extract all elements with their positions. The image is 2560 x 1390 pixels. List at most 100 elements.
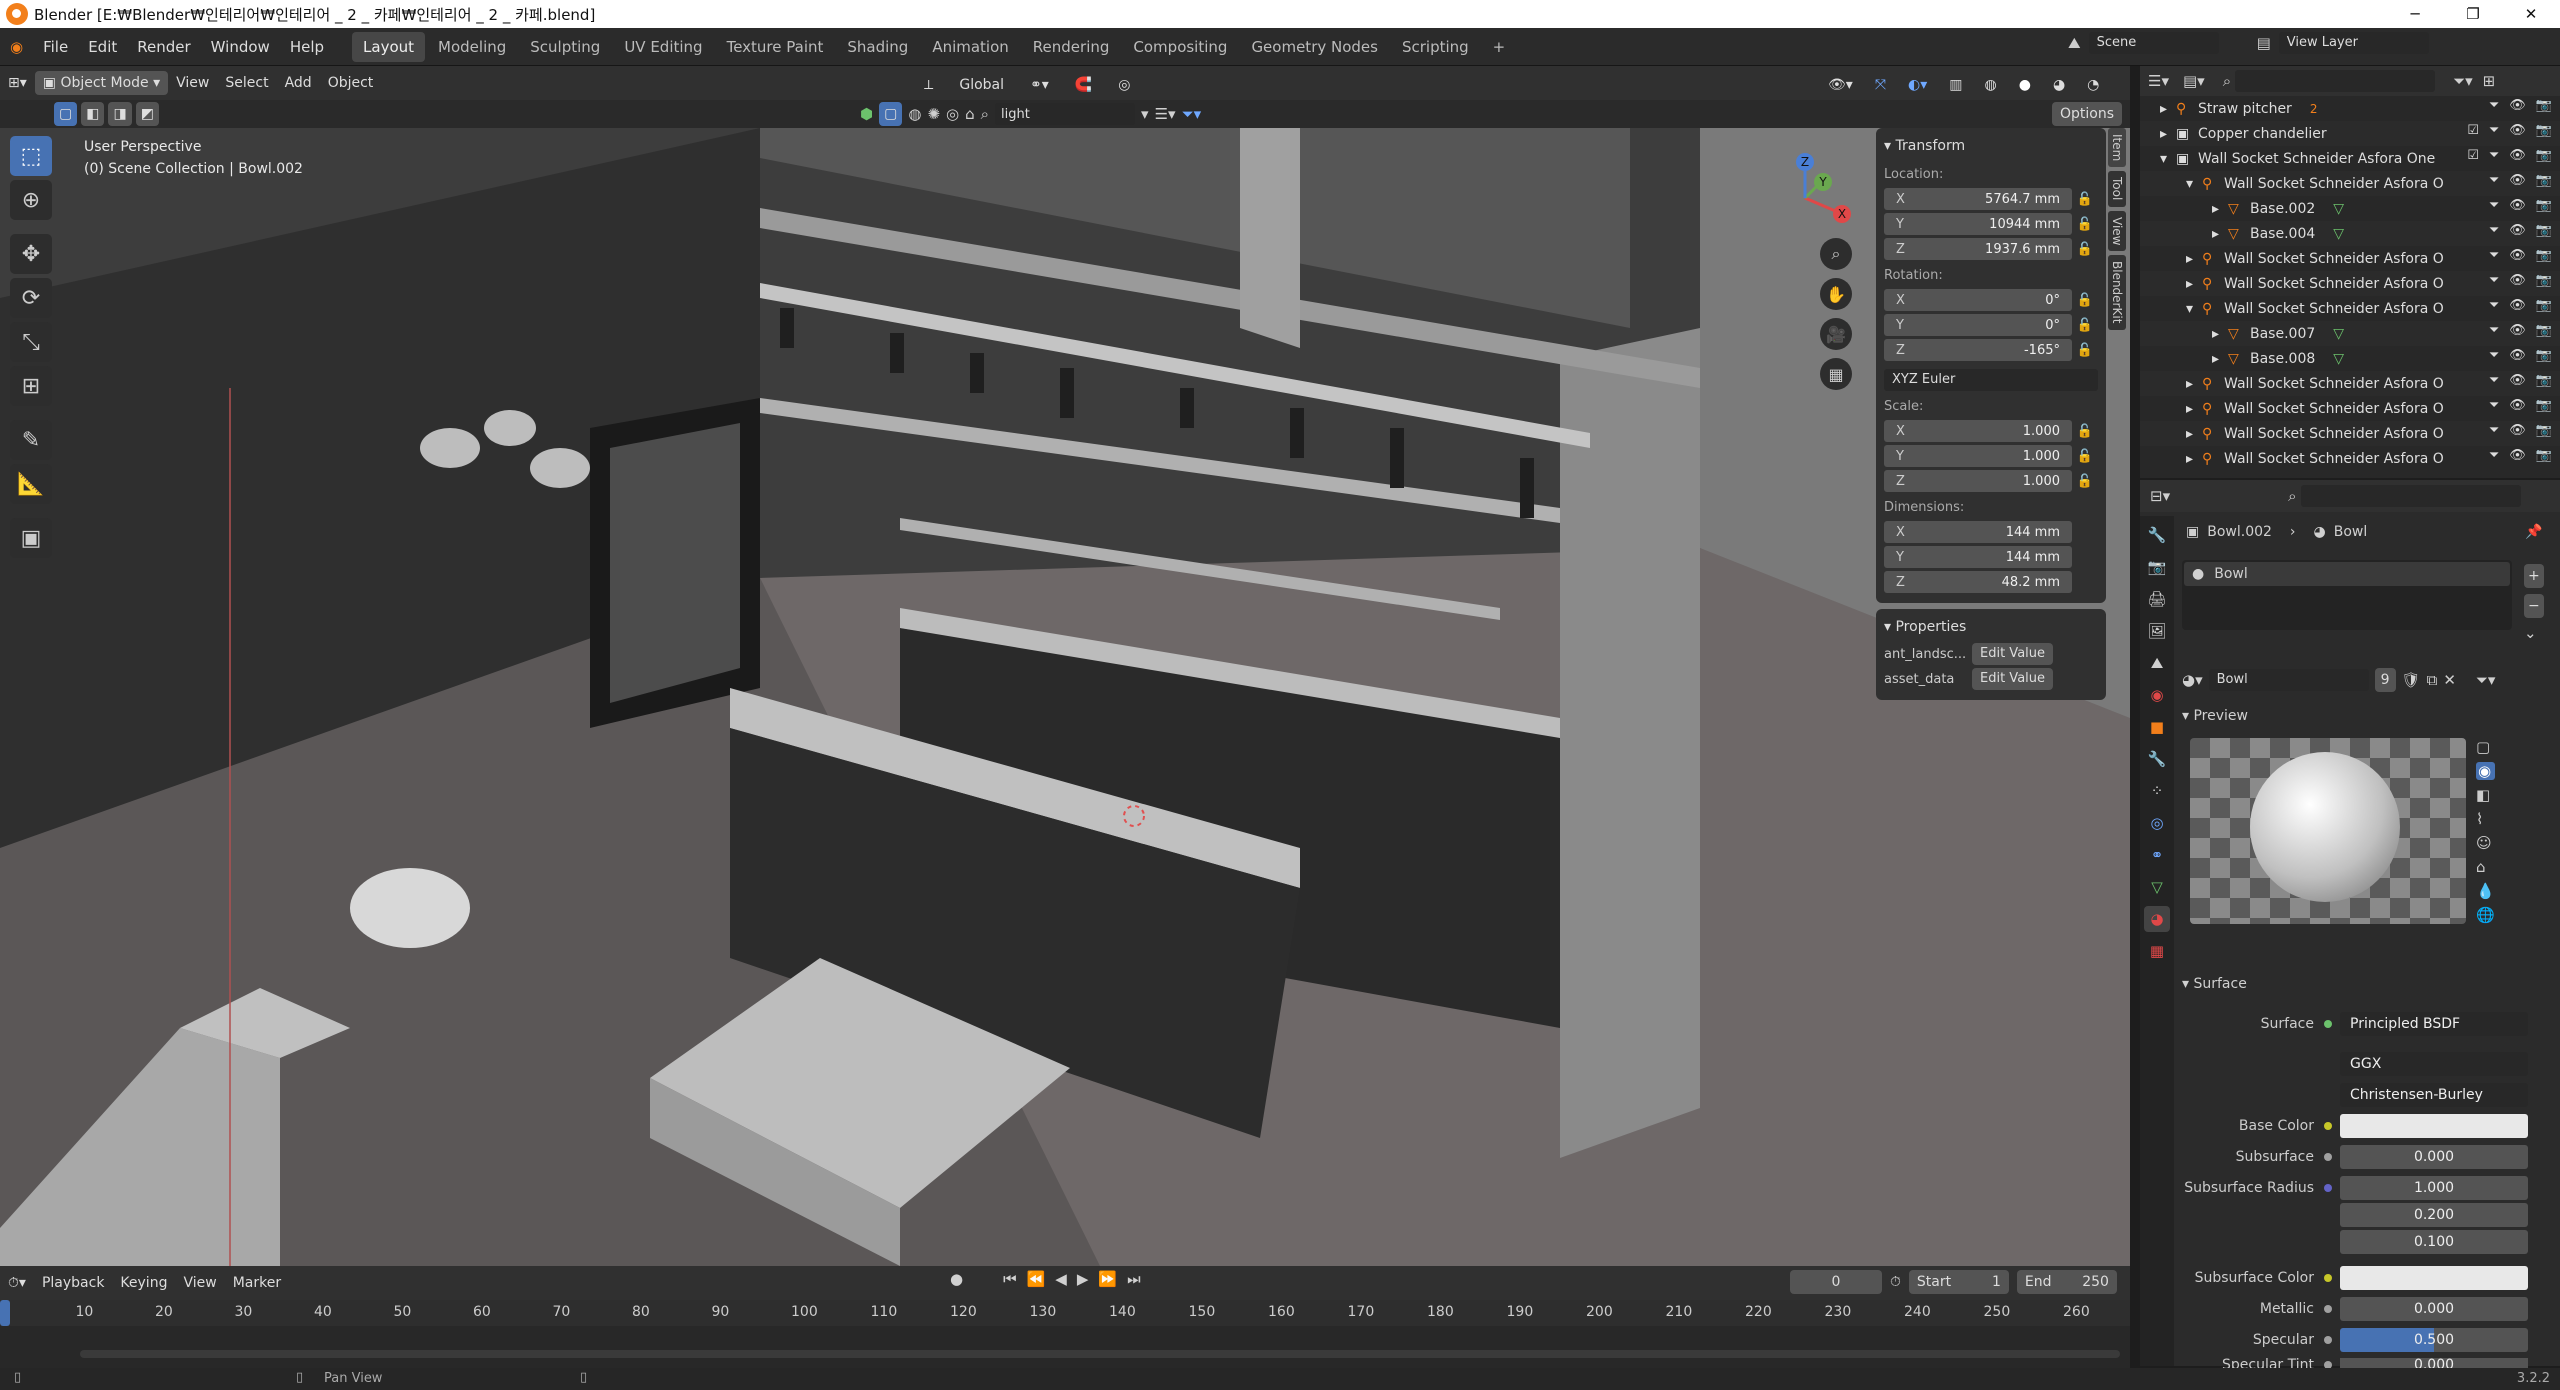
preview-sphere-icon[interactable]: ◉: [2476, 762, 2495, 780]
physics-tab-icon[interactable]: ◎: [2144, 810, 2170, 836]
outliner-row[interactable]: ▸ ⚲ Straw pitcher 2 ⏷ 👁 📷: [2140, 96, 2560, 121]
tab-tool[interactable]: Tool: [2108, 171, 2126, 207]
scale-x-field[interactable]: X 1.000: [1884, 420, 2072, 442]
funnel-icon[interactable]: ⏷▾: [1182, 105, 1202, 123]
output-tab-icon[interactable]: 🖨: [2144, 586, 2170, 612]
shading-wire-icon[interactable]: ◍: [1977, 70, 2005, 100]
zoom-icon[interactable]: ⌕: [1820, 238, 1852, 270]
outliner-row[interactable]: ▸ ⚲ Wall Socket Schneider Asfora O ⏷ 👁 📷: [2140, 396, 2560, 421]
camera-icon[interactable]: 📷: [2536, 448, 2552, 463]
surface-shader-field[interactable]: Principled BSDF: [2340, 1012, 2528, 1036]
subsurface-radius-z-field[interactable]: 0.100: [2340, 1230, 2528, 1254]
display-mode-icon[interactable]: ▤▾: [2183, 72, 2205, 90]
lock-icon[interactable]: 🔓: [2072, 293, 2098, 308]
transform-tool-icon[interactable]: ⊞: [10, 366, 52, 406]
preview-monkey-icon[interactable]: ☺: [2476, 834, 2495, 852]
lock-icon[interactable]: 🔓: [2072, 449, 2098, 464]
lock-icon[interactable]: 🔓: [2072, 424, 2098, 439]
dimensions-y-field[interactable]: Y 144 mm: [1884, 546, 2072, 568]
modifier-tab-icon[interactable]: 🔧: [2144, 746, 2170, 772]
eye-icon[interactable]: 👁: [2509, 273, 2526, 288]
base-color-field[interactable]: [2340, 1114, 2528, 1138]
editor-type-icon[interactable]: ⊞▾: [0, 68, 35, 98]
subsurface-method-select[interactable]: Christensen-Burley: [2340, 1083, 2528, 1107]
eye-icon[interactable]: 👁: [2509, 423, 2526, 438]
filter-icon[interactable]: ⏷▾: [2453, 72, 2473, 90]
rotation-z-field[interactable]: Z -165°: [1884, 339, 2072, 361]
checkbox-icon[interactable]: ☑: [2467, 148, 2479, 163]
camera-icon[interactable]: 📷: [2536, 348, 2552, 363]
location-y-field[interactable]: Y 10944 mm: [1884, 213, 2072, 235]
pivot-icon[interactable]: ⚭▾: [1022, 70, 1057, 100]
tab-uv-editing[interactable]: UV Editing: [613, 32, 713, 62]
outliner-row[interactable]: ▾ ⚲ Wall Socket Schneider Asfora O ⏷ 👁 📷: [2140, 296, 2560, 321]
expand-icon[interactable]: ▸: [2186, 426, 2202, 442]
outliner-row[interactable]: ▸ ⚲ Wall Socket Schneider Asfora O ⏷ 👁 📷: [2140, 446, 2560, 471]
surface-header[interactable]: ▾ Surface: [2182, 976, 2247, 992]
menu-keying[interactable]: Keying: [112, 1268, 175, 1298]
visibility-icon[interactable]: 👁▾: [1820, 70, 1861, 100]
orientation-selector[interactable]: Global: [951, 70, 1012, 100]
filter-icon[interactable]: ⏷: [2489, 448, 2499, 463]
eye-icon[interactable]: 👁: [2509, 148, 2526, 163]
material-name-field[interactable]: Bowl: [2208, 669, 2369, 691]
current-frame-field[interactable]: 0: [1790, 1270, 1882, 1294]
eye-icon[interactable]: 👁: [2509, 123, 2526, 138]
menu-select[interactable]: Select: [217, 68, 276, 98]
filter-list-icon[interactable]: ☰▾: [1155, 105, 1176, 123]
expand-icon[interactable]: ▸: [2160, 101, 2176, 117]
filter-mesh-icon[interactable]: ▢: [879, 102, 903, 126]
expand-icon[interactable]: ▸: [2212, 326, 2228, 342]
filter-empty-icon[interactable]: ⌂: [965, 105, 975, 123]
outliner-row[interactable]: ▸ ▣ Copper chandelier ☑ ⏷ 👁 📷: [2140, 121, 2560, 146]
camera-icon[interactable]: 📷: [2536, 148, 2552, 163]
properties-editor-icon[interactable]: ⊟▾: [2150, 487, 2170, 505]
outliner-editor-icon[interactable]: ☰▾: [2148, 72, 2169, 90]
filter-sphere-icon[interactable]: ◍: [908, 105, 921, 123]
menu-add[interactable]: Add: [277, 68, 320, 98]
data-tab-icon[interactable]: ▽: [2144, 874, 2170, 900]
lock-icon[interactable]: 🔓: [2072, 242, 2098, 257]
filter-icon[interactable]: ⏷: [2489, 398, 2499, 413]
lock-icon[interactable]: 🔓: [2072, 318, 2098, 333]
eye-icon[interactable]: 👁: [2509, 248, 2526, 263]
select-extend-icon[interactable]: ◧: [81, 102, 105, 126]
filter-camera-icon[interactable]: ◎: [946, 105, 959, 123]
tab-view[interactable]: View: [2108, 210, 2126, 252]
timeline-scrollbar[interactable]: [80, 1350, 2120, 1358]
tab-item[interactable]: Item: [2108, 128, 2126, 168]
close-icon[interactable]: ✕: [2443, 671, 2456, 689]
navigation-gizmo[interactable]: X Y Z: [1750, 143, 1860, 253]
outliner-row[interactable]: ▾ ⚲ Wall Socket Schneider Asfora O ⏷ 👁 📷: [2140, 171, 2560, 196]
duplicate-icon[interactable]: ⧉: [2427, 671, 2438, 689]
node-icon[interactable]: ⏷▾: [2476, 671, 2496, 689]
overlay-icon[interactable]: ◐▾: [1900, 70, 1935, 100]
distribution-select[interactable]: GGX: [2340, 1052, 2528, 1076]
expand-icon[interactable]: ▾: [2186, 301, 2202, 317]
record-icon[interactable]: ●: [950, 1270, 963, 1288]
expand-icon[interactable]: ▸: [2186, 276, 2202, 292]
expand-icon[interactable]: ▾: [2160, 151, 2176, 167]
camera-view-icon[interactable]: 🎥: [1820, 318, 1852, 350]
chevron-down-icon[interactable]: ⌄: [2524, 624, 2544, 642]
filter-icon[interactable]: ⏷: [2489, 323, 2499, 338]
scale-y-field[interactable]: Y 1.000: [1884, 445, 2072, 467]
expand-icon[interactable]: ▸: [2186, 401, 2202, 417]
material-slot[interactable]: ● Bowl: [2184, 562, 2510, 586]
add-cube-tool-icon[interactable]: ▣: [10, 518, 52, 558]
filter-icon[interactable]: ⏷: [2489, 173, 2499, 188]
expand-icon[interactable]: ▸: [2212, 226, 2228, 242]
ortho-grid-icon[interactable]: ▦: [1820, 358, 1852, 390]
filter-icon[interactable]: ⏷: [2489, 298, 2499, 313]
timeline-editor-icon[interactable]: ⏱▾: [0, 1268, 34, 1298]
eye-icon[interactable]: 👁: [2509, 448, 2526, 463]
menu-view[interactable]: View: [168, 68, 217, 98]
camera-icon[interactable]: 📷: [2536, 98, 2552, 113]
pan-hand-icon[interactable]: ✋: [1820, 278, 1852, 310]
3d-viewport[interactable]: ⬚ ⊕ ✥ ⟳ ⤡ ⊞ ✎ 📐 ▣ User Perspective (0) S…: [0, 128, 2130, 1266]
expand-icon[interactable]: ▸: [2186, 251, 2202, 267]
filter-icon[interactable]: ⏷: [2489, 373, 2499, 388]
specular-field[interactable]: 0.500: [2340, 1328, 2528, 1352]
jump-start-icon[interactable]: ⏮: [1003, 1270, 1017, 1288]
tab-compositing[interactable]: Compositing: [1122, 32, 1238, 62]
